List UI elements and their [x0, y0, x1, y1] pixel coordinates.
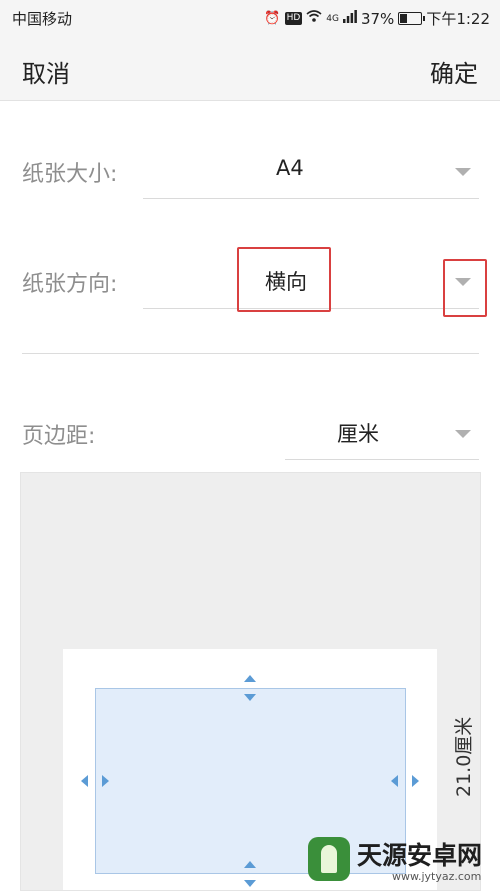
- bottom-margin-up-arrow[interactable]: [244, 861, 256, 868]
- status-icons: ⏰ HD 4G 37% 下午1:22: [264, 8, 490, 29]
- clock: 下午1:22: [426, 10, 490, 28]
- watermark: 天源安卓网 www.jytyaz.com: [300, 832, 500, 889]
- watermark-logo-icon: [308, 837, 350, 881]
- battery-percent: 37%: [360, 9, 395, 28]
- network-type: 4G: [326, 13, 339, 24]
- chevron-down-icon: [455, 430, 471, 438]
- margin-unit-select[interactable]: 厘米: [285, 404, 479, 460]
- watermark-url: www.jytyaz.com: [392, 870, 482, 883]
- right-margin-right-arrow[interactable]: [412, 775, 419, 787]
- paper-size-value: A4: [276, 156, 304, 180]
- bottom-margin-down-arrow[interactable]: [244, 880, 256, 887]
- margin-label: 页边距:: [22, 424, 96, 449]
- section-divider: [22, 353, 479, 354]
- battery-icon: [398, 12, 426, 25]
- top-margin-down-arrow[interactable]: [244, 694, 256, 701]
- signal-icon: [342, 9, 357, 28]
- highlight-box-orientation-value: [237, 247, 331, 312]
- watermark-title: 天源安卓网: [357, 841, 483, 870]
- left-margin-left-arrow[interactable]: [81, 775, 88, 787]
- carrier-name: 中国移动: [12, 10, 73, 28]
- status-bar: 中国移动 ⏰ HD 4G 37% 下午1:22: [0, 0, 500, 34]
- paper-size-label: 纸张大小:: [22, 162, 118, 187]
- page-preview: 21.0厘米: [20, 472, 481, 891]
- paper-size-select[interactable]: A4: [143, 142, 479, 199]
- right-margin-left-arrow[interactable]: [391, 775, 398, 787]
- highlight-box-orientation-dropdown: [443, 259, 487, 317]
- paper-height-label: 21.0厘米: [453, 716, 475, 797]
- wifi-icon: [306, 9, 322, 28]
- title-bar: 取消 确定: [0, 34, 500, 101]
- confirm-button[interactable]: 确定: [430, 54, 478, 89]
- cancel-button[interactable]: 取消: [22, 54, 70, 89]
- hd-icon: HD: [284, 12, 303, 25]
- alarm-icon: ⏰: [264, 10, 281, 26]
- chevron-down-icon: [455, 168, 471, 176]
- left-margin-right-arrow[interactable]: [102, 775, 109, 787]
- top-margin-up-arrow[interactable]: [244, 675, 256, 682]
- orientation-label: 纸张方向:: [22, 272, 118, 297]
- margin-unit-value: 厘米: [337, 422, 379, 446]
